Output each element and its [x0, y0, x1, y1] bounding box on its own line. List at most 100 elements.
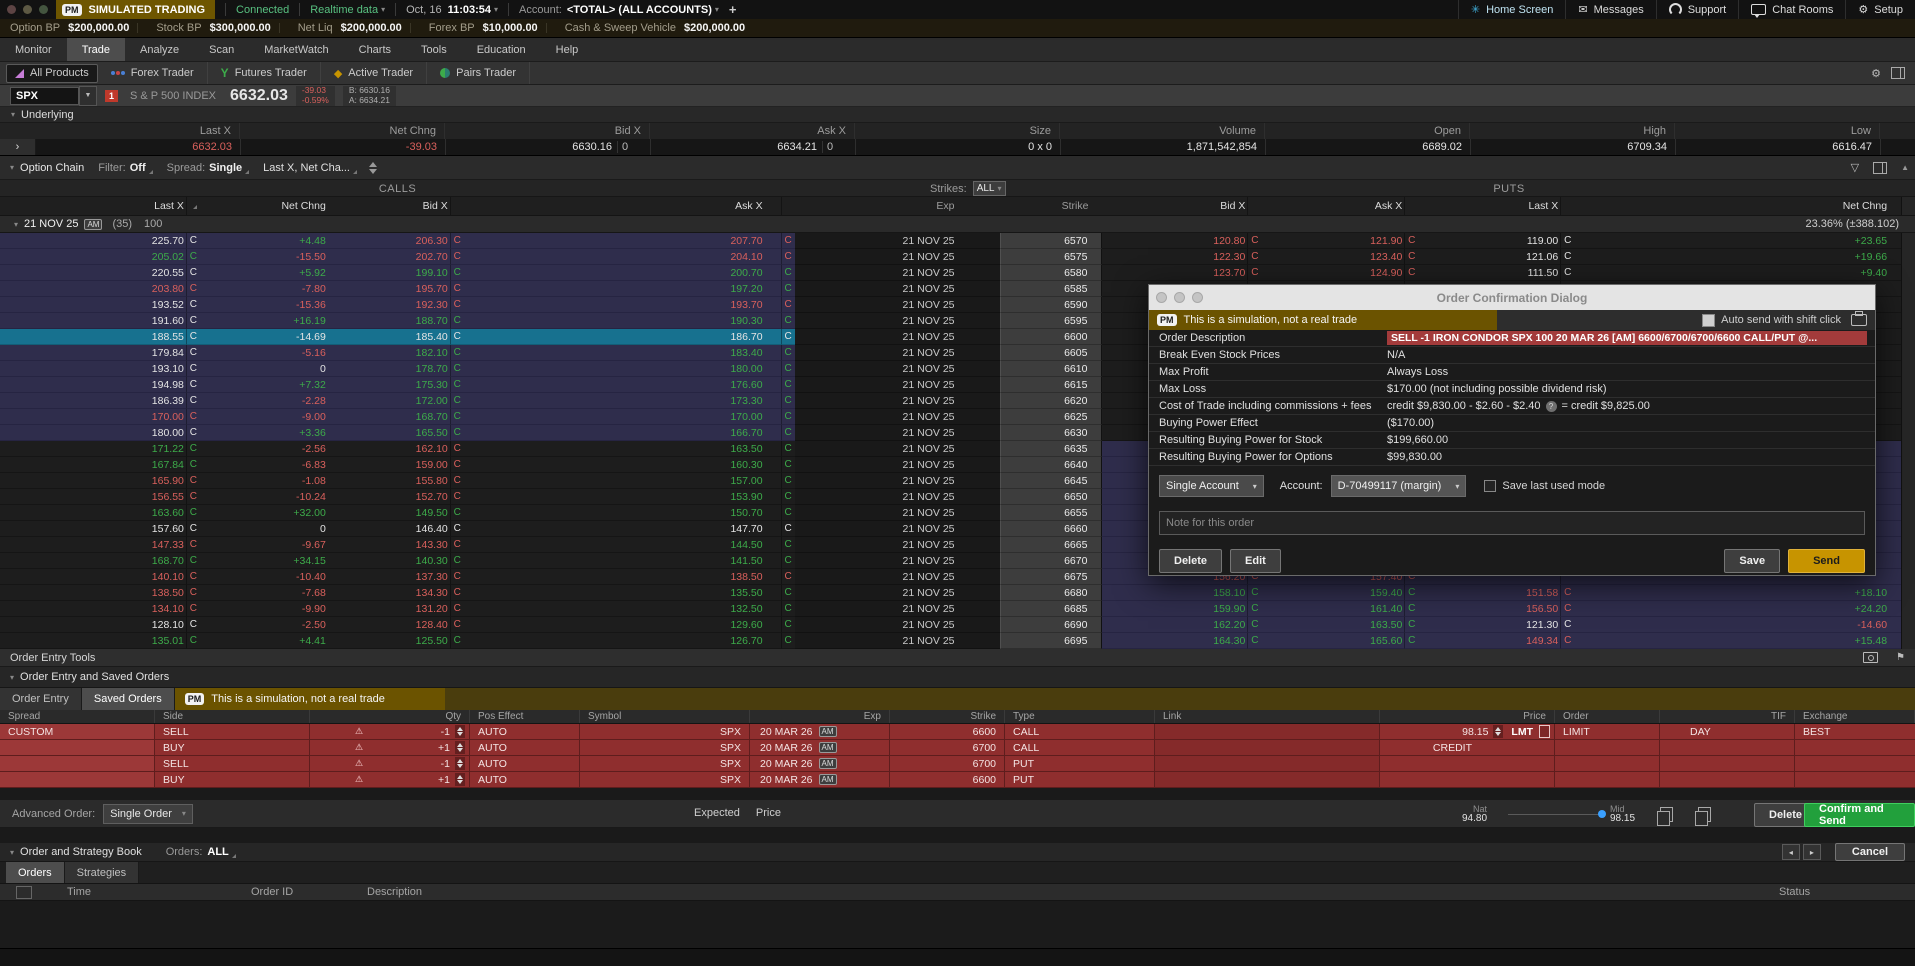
cell-c-chg[interactable]: -2.50	[200, 617, 328, 633]
cell-c-last[interactable]: 140.10	[110, 569, 186, 585]
cell-c-chg[interactable]: -1.08	[200, 473, 328, 489]
col-header-exp[interactable]: Exp	[795, 197, 1000, 215]
cell-c-chg[interactable]: +32.00	[200, 505, 328, 521]
cell-p-chg[interactable]: +19.66	[1574, 249, 1901, 265]
cell-c-exp[interactable]: 21 NOV 25	[795, 345, 1000, 361]
expiration-group-row[interactable]: ▾ 21 NOV 25 AM (35) 100 23.36% (±388.102…	[0, 216, 1915, 233]
saved-cell-strike[interactable]: 6600	[890, 724, 1005, 740]
top-menu-gear[interactable]: ⚙Setup	[1845, 0, 1915, 19]
cell-c-bid[interactable]: 192.30	[328, 297, 450, 313]
cell-p-bid[interactable]: 158.10	[1102, 585, 1247, 601]
col-header-calls-netchng[interactable]: Net Chng	[200, 197, 328, 215]
step-down-icon[interactable]	[1495, 732, 1501, 736]
cell-c-ask[interactable]: 186.70	[464, 329, 781, 345]
saved-cell-qty[interactable]: ⚠+1	[310, 772, 470, 788]
cell-c-last[interactable]: 167.84	[110, 457, 186, 473]
next-page-icon[interactable]: ▸	[1803, 844, 1821, 860]
saved-col-header-order[interactable]: Order	[1555, 710, 1660, 723]
saved-cell-qty[interactable]: ⚠-1	[310, 724, 470, 740]
detach-panel-icon[interactable]	[1873, 162, 1887, 174]
scroll-gutter[interactable]	[1901, 329, 1915, 345]
option-chain-title[interactable]: Option Chain	[20, 162, 84, 174]
cell-c-chg[interactable]: +4.48	[200, 233, 328, 249]
cell-c-strike[interactable]: 6615	[1000, 377, 1103, 393]
cell-c-last[interactable]: 193.10	[110, 361, 186, 377]
cell-p-ask[interactable]: 159.40	[1261, 585, 1404, 601]
cell-c-exp[interactable]: 21 NOV 25	[795, 537, 1000, 553]
cell-c-chg[interactable]: -2.28	[200, 393, 328, 409]
cell-c-bid[interactable]: 140.30	[328, 553, 450, 569]
advanced-order-dropdown[interactable]: Single Order▾	[103, 804, 193, 824]
product-tab-active-trader[interactable]: ◆Active Trader	[321, 62, 427, 84]
tab-strategies[interactable]: Strategies	[65, 862, 140, 883]
cell-c-ask[interactable]: 180.00	[464, 361, 781, 377]
cell-p-last[interactable]: 121.06	[1418, 249, 1560, 265]
col-header-puts-bid[interactable]: Bid X	[1102, 197, 1247, 215]
col-header-status[interactable]: Status	[1779, 886, 1810, 898]
cell-c-last[interactable]: 188.55	[110, 329, 186, 345]
scroll-gutter[interactable]	[1901, 569, 1915, 585]
window-minimize-icon[interactable]	[23, 5, 32, 14]
saved-col-header-type[interactable]: Type	[1005, 710, 1155, 723]
cell-c-strike[interactable]: 6640	[1000, 457, 1103, 473]
saved-col-header-spread[interactable]: Spread	[0, 710, 155, 723]
col-header-strike[interactable]: Strike	[1000, 197, 1103, 215]
saved-cell-exp[interactable]: 20 MAR 26AM	[750, 740, 890, 756]
cell-c-bid[interactable]: 202.70	[328, 249, 450, 265]
menu-tab-marketwatch[interactable]: MarketWatch	[249, 38, 343, 61]
cell-c-bid[interactable]: 137.30	[328, 569, 450, 585]
save-mode-checkbox[interactable]	[1484, 480, 1496, 492]
scroll-gutter[interactable]	[1901, 361, 1915, 377]
col-header-description[interactable]: Description	[367, 886, 422, 898]
dialog-delete-button[interactable]: Delete	[1159, 549, 1222, 573]
dialog-save-button[interactable]: Save	[1724, 549, 1780, 573]
cell-c-chg[interactable]: -5.16	[200, 345, 328, 361]
scroll-gutter[interactable]	[1901, 377, 1915, 393]
saved-cell-order[interactable]	[1555, 772, 1660, 788]
scroll-gutter[interactable]	[1901, 489, 1915, 505]
saved-cell-pos[interactable]: AUTO	[470, 772, 580, 788]
cell-c-ask[interactable]: 176.60	[464, 377, 781, 393]
cell-c-last[interactable]: 186.39	[110, 393, 186, 409]
saved-col-header-qty[interactable]: Qty	[310, 710, 470, 723]
cell-c-bid[interactable]: 188.70	[328, 313, 450, 329]
scroll-gutter[interactable]	[1901, 473, 1915, 489]
menu-tab-trade[interactable]: Trade	[67, 38, 125, 61]
cell-c-ask[interactable]: 204.10	[464, 249, 781, 265]
product-tab-all-products[interactable]: All Products	[6, 64, 98, 83]
saved-cell-exp[interactable]: 20 MAR 26AM	[750, 772, 890, 788]
print-icon[interactable]	[1851, 314, 1867, 326]
cell-p-last[interactable]: 156.50	[1418, 601, 1560, 617]
cell-c-chg[interactable]: -7.80	[200, 281, 328, 297]
saved-col-header-symbol[interactable]: Symbol	[580, 710, 750, 723]
scroll-gutter[interactable]	[1901, 521, 1915, 537]
cell-c-strike[interactable]: 6690	[1000, 617, 1103, 633]
step-down-icon[interactable]	[457, 764, 463, 768]
cell-c-strike[interactable]: 6610	[1000, 361, 1103, 377]
cell-c-chg[interactable]: -9.90	[200, 601, 328, 617]
cell-c-bid[interactable]: 155.80	[328, 473, 450, 489]
cell-c-exp[interactable]: 21 NOV 25	[795, 569, 1000, 585]
cell-c-strike[interactable]: 6580	[1000, 265, 1103, 281]
saved-cell-type[interactable]: PUT	[1005, 772, 1155, 788]
cell-c-exp[interactable]: 21 NOV 25	[795, 585, 1000, 601]
grid-icon[interactable]	[16, 886, 32, 899]
scroll-gutter[interactable]	[1901, 585, 1915, 601]
cell-c-chg[interactable]: -6.83	[200, 457, 328, 473]
cell-c-strike[interactable]: 6620	[1000, 393, 1103, 409]
cell-c-chg[interactable]: +3.36	[200, 425, 328, 441]
cell-c-last[interactable]: 170.00	[110, 409, 186, 425]
cancel-order-button[interactable]: Cancel	[1835, 843, 1905, 861]
und-col-header-size[interactable]: Size	[855, 123, 1060, 139]
cell-p-ask[interactable]: 161.40	[1261, 601, 1404, 617]
menu-tab-scan[interactable]: Scan	[194, 38, 249, 61]
account-selector[interactable]: <TOTAL> (ALL ACCOUNTS)	[567, 4, 712, 16]
scroll-gutter[interactable]	[1901, 249, 1915, 265]
cell-p-last[interactable]: 111.50	[1418, 265, 1560, 281]
realtime-data-status[interactable]: Realtime data	[310, 4, 378, 16]
cell-c-ask[interactable]: 163.50	[464, 441, 781, 457]
dialog-title-bar[interactable]: Order Confirmation Dialog	[1149, 285, 1875, 310]
saved-cell-strike[interactable]: 6700	[890, 756, 1005, 772]
scroll-gutter[interactable]	[1901, 409, 1915, 425]
cell-c-exp[interactable]: 21 NOV 25	[795, 409, 1000, 425]
